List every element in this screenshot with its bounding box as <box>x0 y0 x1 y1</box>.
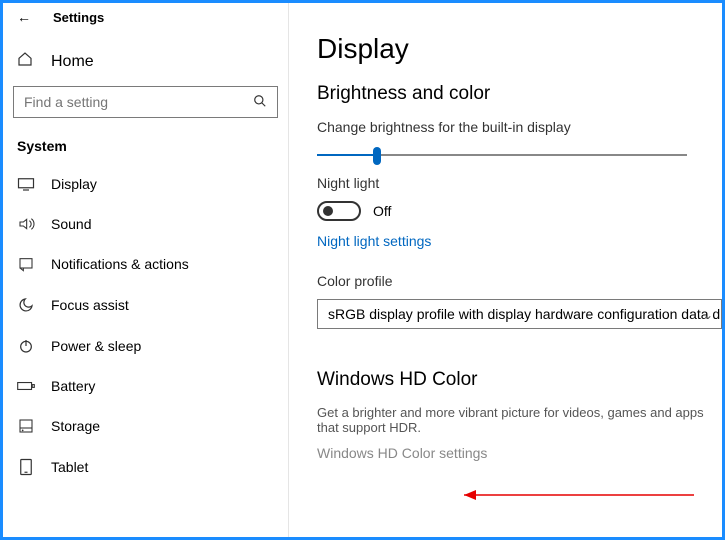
sidebar-item-label: Tablet <box>51 459 88 475</box>
search-icon <box>253 94 267 111</box>
tablet-icon <box>17 458 35 476</box>
sidebar-item-label: Sound <box>51 216 91 232</box>
night-light-label: Night light <box>317 175 722 191</box>
toggle-knob <box>323 206 333 216</box>
sidebar-item-label: Display <box>51 176 97 192</box>
sound-icon <box>17 216 35 232</box>
power-icon <box>17 338 35 354</box>
focus-assist-icon <box>17 296 35 314</box>
search-box[interactable] <box>13 86 278 118</box>
sidebar-item-display[interactable]: Display <box>3 164 288 204</box>
hd-color-heading: Windows HD Color <box>317 369 722 391</box>
sidebar-item-label: Power & sleep <box>51 338 141 354</box>
color-profile-dropdown[interactable]: sRGB display profile with display hardwa… <box>317 299 722 329</box>
sidebar-item-tablet[interactable]: Tablet <box>3 446 288 488</box>
color-profile-value: sRGB display profile with display hardwa… <box>328 306 722 322</box>
sidebar-item-notifications[interactable]: Notifications & actions <box>3 244 288 284</box>
back-icon[interactable]: ← <box>17 9 31 25</box>
storage-icon <box>17 418 35 434</box>
main-content: Display Brightness and color Change brig… <box>289 3 722 537</box>
sidebar-item-label: Focus assist <box>51 297 129 313</box>
brightness-slider[interactable] <box>317 145 687 165</box>
settings-title: Settings <box>53 10 104 25</box>
night-light-settings-link[interactable]: Night light settings <box>317 233 431 249</box>
night-light-toggle[interactable] <box>317 201 361 221</box>
home-icon <box>17 51 33 72</box>
slider-thumb[interactable] <box>373 147 381 165</box>
system-section-label: System <box>3 118 288 164</box>
display-icon <box>17 177 35 191</box>
chevron-down-icon: ⌄ <box>703 308 713 322</box>
night-light-state: Off <box>373 203 391 219</box>
brightness-color-heading: Brightness and color <box>317 83 722 105</box>
sidebar-item-sound[interactable]: Sound <box>3 204 288 244</box>
brightness-label: Change brightness for the built-in displ… <box>317 119 722 135</box>
sidebar-item-label: Notifications & actions <box>51 256 189 272</box>
hd-color-description: Get a brighter and more vibrant picture … <box>317 405 717 435</box>
home-label: Home <box>51 53 94 71</box>
home-button[interactable]: Home <box>3 37 288 72</box>
sidebar-item-focus-assist[interactable]: Focus assist <box>3 284 288 326</box>
sidebar-item-battery[interactable]: Battery <box>3 366 288 406</box>
slider-fill <box>317 154 377 156</box>
color-profile-label: Color profile <box>317 273 722 289</box>
notifications-icon <box>17 256 35 272</box>
page-title: Display <box>317 33 722 65</box>
sidebar: ← Settings Home System Display Sound <box>3 3 289 537</box>
sidebar-item-label: Storage <box>51 418 100 434</box>
search-input[interactable] <box>24 94 253 110</box>
battery-icon <box>17 380 35 392</box>
sidebar-item-power-sleep[interactable]: Power & sleep <box>3 326 288 366</box>
sidebar-item-label: Battery <box>51 378 95 394</box>
sidebar-item-storage[interactable]: Storage <box>3 406 288 446</box>
hd-color-settings-link[interactable]: Windows HD Color settings <box>317 445 487 461</box>
